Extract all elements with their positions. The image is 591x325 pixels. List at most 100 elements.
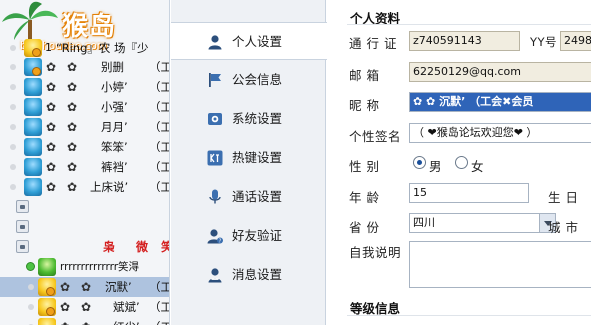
signature-field[interactable]: （ ❤猴岛论坛欢迎您❤ ） xyxy=(409,123,591,143)
member-tag: （工 xyxy=(149,140,170,154)
gender-label: 性 别 xyxy=(349,159,380,174)
nav-item-hotkey-settings[interactable]: 热键设置 xyxy=(171,139,326,177)
member-name: 上床说’ xyxy=(90,180,129,194)
status-dot xyxy=(10,184,16,190)
member-tag: （工 xyxy=(149,180,170,194)
section-divider xyxy=(347,315,591,316)
list-item[interactable]: 1 “Ring』农 场『少 xyxy=(0,38,169,58)
list-item[interactable]: ✿ ✿ 月月’ （工 xyxy=(0,117,170,137)
avatar xyxy=(38,258,56,276)
flower-icon: ✿ xyxy=(67,180,78,194)
status-dot xyxy=(10,124,16,130)
member-tag: （工 xyxy=(149,100,170,114)
flower-icon: ✿ xyxy=(67,100,78,114)
member-tag: （工 xyxy=(149,160,170,174)
message-icon xyxy=(208,268,222,283)
nav-label: 通话设置 xyxy=(232,189,283,204)
nav-item-guild-info[interactable]: 公会信息 xyxy=(171,61,326,99)
avatar xyxy=(24,138,42,156)
flower-icon: ✿ xyxy=(67,160,78,174)
avatar xyxy=(24,158,42,176)
list-item[interactable]: ✿ ✿ 别删 （工 xyxy=(0,57,169,77)
section-divider xyxy=(347,24,591,25)
member-tag: （工 xyxy=(149,80,170,94)
user-icon xyxy=(208,35,222,50)
member-tag: （工 xyxy=(149,300,170,314)
list-item-selected[interactable]: ✿ ✿ 沉默’ （工 xyxy=(0,277,169,297)
status-dot xyxy=(28,304,34,310)
nav-item-friend-verify[interactable]: ? 好友验证 xyxy=(171,217,326,255)
birthday-label: 生 日 xyxy=(548,190,579,205)
member-name: 笨笨’ xyxy=(101,140,128,154)
locked-member-row[interactable]: 枭 微 笑 xyxy=(0,237,169,257)
list-item[interactable]: ✿ ✿ 笨笨’ （工 xyxy=(0,137,170,157)
top-row-name: “Ring』农 场『少 xyxy=(56,41,149,55)
nav-label: 热键设置 xyxy=(232,150,283,165)
email-label: 邮 箱 xyxy=(349,68,380,83)
age-field[interactable]: 15 xyxy=(409,183,529,203)
top-row-number: 1 xyxy=(45,41,52,54)
member-tag: （工 xyxy=(149,120,170,134)
nav-label: 个人设置 xyxy=(232,34,283,49)
avatar xyxy=(38,318,56,325)
nickname-field[interactable]: ✿ ✿ 沉默’ （工会✖会员 xyxy=(409,92,591,112)
microphone-icon xyxy=(209,189,221,204)
list-item[interactable]: ✿ ✿ 红尘’ （工 xyxy=(0,317,169,325)
list-item[interactable]: ✿ ✿ 裤裆’ （工 xyxy=(0,157,170,177)
member-name: rrrrrrrrrrrrrr笑淂 xyxy=(60,261,140,273)
member-list-panel: 猴岛 bbs.houdao.com 1 “Ring』农 场『少 ✿ ✿ 别删 （… xyxy=(0,0,170,325)
member-name: 裤裆’ xyxy=(101,160,128,174)
gender-female-radio[interactable] xyxy=(455,156,468,169)
nav-label: 消息设置 xyxy=(232,267,283,282)
province-value: 四川 xyxy=(413,216,435,229)
status-dot xyxy=(10,84,16,90)
member-name: 小强’ xyxy=(101,100,128,114)
avatar xyxy=(38,278,56,296)
flower-icon: ✿ xyxy=(67,80,78,94)
flower-icon: ✿ xyxy=(60,318,70,325)
avatar xyxy=(38,298,56,316)
list-item[interactable]: ✿ ✿ 上床说’ （工 xyxy=(0,177,170,197)
status-dot xyxy=(10,144,16,150)
flower-icon: ✿ xyxy=(46,100,57,114)
nav-item-call-settings[interactable]: 通话设置 xyxy=(171,178,326,216)
locked-member-row[interactable] xyxy=(0,197,169,217)
online-status-icon xyxy=(26,262,35,271)
gender-male-radio[interactable] xyxy=(413,156,426,169)
flower-icon: ✿ xyxy=(67,140,78,154)
settings-icon xyxy=(208,113,222,125)
about-textarea[interactable] xyxy=(409,241,591,288)
status-dot xyxy=(10,104,16,110)
flower-icon: ✿ xyxy=(81,318,91,325)
pass-label: 通 行 证 xyxy=(349,36,397,51)
member-name: 月月’ xyxy=(101,120,128,134)
member-name: 小婷’ xyxy=(101,80,128,94)
email-field[interactable]: 62250129@qq.com xyxy=(409,62,591,82)
member-name: 别删 xyxy=(101,60,124,74)
signature-label: 个性签名 xyxy=(349,129,402,144)
flower-icon: ✿ xyxy=(46,80,57,94)
flower-icon: ✿ xyxy=(46,160,57,174)
flower-icon: ✿ xyxy=(46,60,57,74)
nav-item-system-settings[interactable]: 系统设置 xyxy=(171,100,326,138)
list-item[interactable]: ✿ ✿ 小强’ （工 xyxy=(0,97,170,117)
verify-icon: ? xyxy=(207,229,223,244)
province-select[interactable]: 四川 xyxy=(409,213,556,233)
list-item[interactable]: ✿ ✿ 小婷’ （工 xyxy=(0,77,170,97)
flower-icon: ✿ xyxy=(46,120,57,134)
nav-label: 公会信息 xyxy=(232,72,283,87)
lock-icon xyxy=(16,200,29,213)
yy-field[interactable]: 24982 xyxy=(560,31,591,51)
member-tag: （工 xyxy=(149,317,169,325)
nav-item-personal-settings[interactable]: 个人设置 xyxy=(171,22,327,60)
pass-field[interactable]: z740591143 xyxy=(409,31,520,51)
flag-icon xyxy=(209,73,221,87)
lock-icon xyxy=(16,240,29,253)
settings-nav: 个人设置 公会信息 系统设置 热键设置 通话设置 ? 好友验证 消息设置 xyxy=(171,0,327,325)
nav-item-message-settings[interactable]: 消息设置 xyxy=(171,256,326,294)
yy-label: YY号 xyxy=(530,35,558,49)
red-label: 笑 xyxy=(161,237,169,257)
list-item[interactable]: rrrrrrrrrrrrrr笑淂 xyxy=(0,257,169,277)
list-item[interactable]: ✿ ✿ 斌斌’ （工 xyxy=(0,297,170,317)
locked-member-row[interactable] xyxy=(0,217,169,237)
